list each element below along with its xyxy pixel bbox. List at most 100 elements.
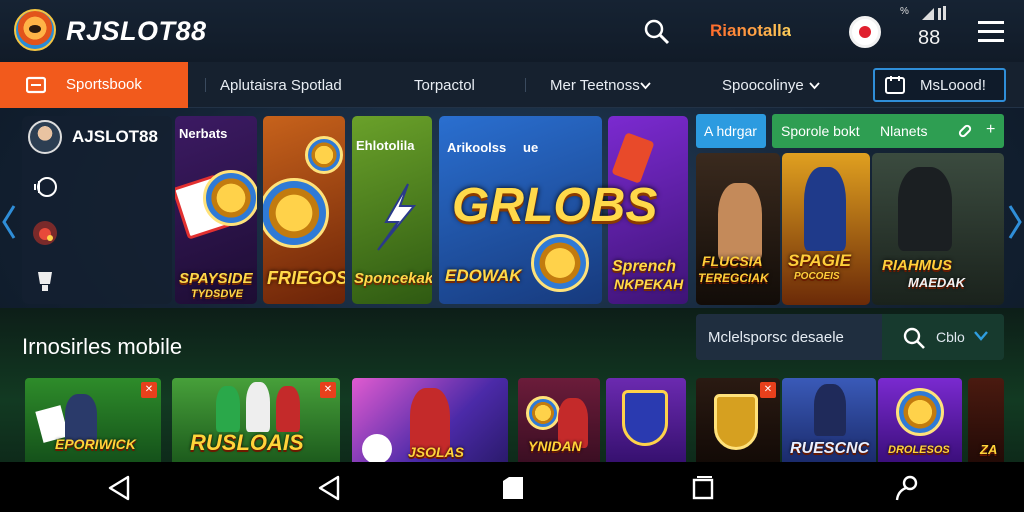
banner-label: Sponcekak bbox=[354, 270, 432, 287]
player-figure bbox=[814, 384, 846, 436]
home-icon[interactable] bbox=[500, 475, 526, 501]
top-header: RJSLOT88 Rianotalla % 88 bbox=[0, 0, 1024, 62]
sports-tab-label[interactable]: Sporole bokt bbox=[781, 123, 860, 139]
chevron-down-icon bbox=[640, 82, 651, 90]
nav-divider bbox=[525, 78, 526, 92]
section-title: Irnosirles mobile bbox=[22, 334, 183, 359]
game-thumbnail[interactable]: ✕ bbox=[696, 378, 780, 464]
chevron-down-icon bbox=[809, 82, 820, 90]
system-navigation-bar bbox=[0, 462, 1024, 512]
sport-card-label: RIAHMUS bbox=[882, 257, 952, 274]
game-thumbnail[interactable]: ✕ EPORIWICK bbox=[25, 378, 161, 464]
lightning-icon bbox=[377, 183, 417, 251]
coin-icon bbox=[531, 234, 589, 292]
game-thumbnail[interactable]: ✕ RUSLOAIS bbox=[172, 378, 340, 464]
medal-icon[interactable] bbox=[30, 218, 60, 248]
banner-label: SPAYSIDE bbox=[179, 270, 253, 287]
banner-top-label-2: ue bbox=[523, 140, 539, 155]
link-icon[interactable] bbox=[956, 122, 974, 140]
banner-sublabel: TYDSDVE bbox=[191, 288, 243, 300]
sport-card-label: SPAGIE bbox=[788, 251, 851, 270]
carousel-next-icon[interactable] bbox=[1006, 202, 1024, 242]
shield-icon bbox=[714, 394, 758, 450]
nav-divider bbox=[205, 78, 206, 92]
back-icon[interactable] bbox=[106, 475, 132, 501]
assistant-icon[interactable] bbox=[894, 475, 920, 501]
player-figure bbox=[276, 386, 300, 432]
recent-apps-icon[interactable] bbox=[690, 475, 716, 501]
game-thumbnail[interactable]: JSOLAS bbox=[352, 378, 508, 464]
menu-icon[interactable] bbox=[976, 18, 1006, 46]
search-icon[interactable] bbox=[902, 326, 926, 350]
avatar[interactable] bbox=[28, 120, 62, 154]
banner-label: EDOWAK bbox=[445, 266, 522, 285]
hot-badge: ✕ bbox=[760, 382, 776, 398]
featured-title: GRLOBS bbox=[452, 179, 658, 232]
nav-button-right[interactable]: MsLoood! bbox=[873, 68, 1006, 102]
game-thumbnail[interactable]: YNIDAN bbox=[518, 378, 600, 464]
medallion-icon bbox=[896, 388, 944, 436]
search-filter-label: Cblo bbox=[936, 329, 965, 345]
nav-tab-3[interactable]: Mer Teetnoss bbox=[550, 77, 640, 94]
game-thumbnail[interactable]: DROLESOS bbox=[878, 378, 962, 464]
game-thumbnail[interactable]: RUESCNC bbox=[782, 378, 876, 464]
nav-tab-sportsbook[interactable]: Sportsbook bbox=[0, 62, 188, 108]
sports-tab-label[interactable]: Nlanets bbox=[880, 123, 927, 139]
player-figure bbox=[898, 167, 952, 251]
nav-tab-2[interactable]: Torpactol bbox=[414, 77, 475, 94]
casino-chip-icon bbox=[203, 170, 257, 226]
sports-search-bar[interactable]: Mclelsporsc desaele Cblo bbox=[696, 314, 1004, 360]
trophy-ball-icon bbox=[526, 396, 560, 430]
thumbnail-label: YNIDAN bbox=[528, 438, 582, 454]
back-icon[interactable] bbox=[316, 475, 342, 501]
banner-top-label: Nerbats bbox=[179, 126, 228, 141]
carousel-prev-icon[interactable] bbox=[0, 202, 18, 242]
sport-card-1[interactable]: FLUCSIA TEREGCIAK bbox=[696, 153, 780, 305]
player-figure bbox=[718, 183, 762, 261]
banner-top-label: Arikoolss bbox=[447, 140, 507, 155]
sport-card-3[interactable]: RIAHMUS MAEDAK bbox=[872, 153, 1004, 305]
game-banner-2[interactable]: FRIEGOS bbox=[263, 116, 345, 304]
nav-tab-label: Sportsbook bbox=[66, 76, 142, 93]
game-thumbnail[interactable]: ZA bbox=[968, 378, 1004, 464]
thumbnail-label: RUSLOAIS bbox=[190, 430, 304, 455]
sports-tab-1[interactable]: A hdrgar bbox=[696, 114, 766, 148]
brand-name[interactable]: RJSLOT88 bbox=[66, 16, 207, 47]
nav-tab-1[interactable]: Aplutaisra Spotlad bbox=[220, 77, 342, 94]
hot-badge: ✕ bbox=[141, 382, 157, 398]
banner-label: FRIEGOS bbox=[267, 268, 345, 288]
sport-card-sublabel: MAEDAK bbox=[908, 275, 966, 290]
player-figure bbox=[804, 167, 846, 251]
sport-card-sublabel: POCOEIS bbox=[794, 271, 840, 282]
sports-ball-icon[interactable] bbox=[30, 172, 60, 202]
game-banner-1[interactable]: Nerbats SPAYSIDE TYDSDVE bbox=[175, 116, 257, 304]
search-placeholder[interactable]: Mclelsporsc desaele bbox=[708, 329, 844, 346]
nav-tab-4[interactable]: Spoocolinye bbox=[722, 77, 804, 94]
sports-tab-bar[interactable]: Sporole bokt Nlanets + bbox=[772, 114, 1004, 148]
sport-card-label: FLUCSIA bbox=[702, 253, 763, 269]
banner-label: Sprench bbox=[612, 258, 677, 275]
search-icon[interactable] bbox=[644, 19, 670, 45]
casino-chip-icon bbox=[305, 136, 343, 174]
chevron-down-icon[interactable] bbox=[974, 331, 988, 341]
search-filter-button[interactable]: Cblo bbox=[882, 314, 1004, 360]
calendar-icon bbox=[885, 76, 905, 94]
player-figure bbox=[246, 382, 270, 432]
language-flag-icon[interactable] bbox=[849, 16, 881, 48]
player-figure bbox=[216, 386, 240, 432]
thumbnail-label: EPORIWICK bbox=[55, 436, 136, 452]
sports-tab-label: A hdrgar bbox=[704, 123, 757, 139]
promo-link[interactable]: Rianotalla bbox=[710, 21, 791, 41]
ball-icon bbox=[362, 434, 392, 464]
sport-card-2[interactable]: SPAGIE POCOEIS bbox=[782, 153, 870, 305]
brand-logo-icon[interactable] bbox=[14, 9, 56, 51]
signal-icon bbox=[922, 6, 946, 20]
casino-chip-icon bbox=[263, 178, 329, 248]
trophy-icon[interactable] bbox=[30, 266, 60, 296]
banner-sublabel: NKPEKAH bbox=[614, 276, 684, 292]
nav-button-label: MsLoood! bbox=[920, 77, 986, 94]
game-thumbnail[interactable] bbox=[606, 378, 686, 464]
game-banner-3[interactable]: Ehlotolila Sponcekak bbox=[352, 116, 432, 304]
ticket-icon bbox=[26, 76, 46, 94]
plus-icon[interactable]: + bbox=[986, 121, 995, 139]
